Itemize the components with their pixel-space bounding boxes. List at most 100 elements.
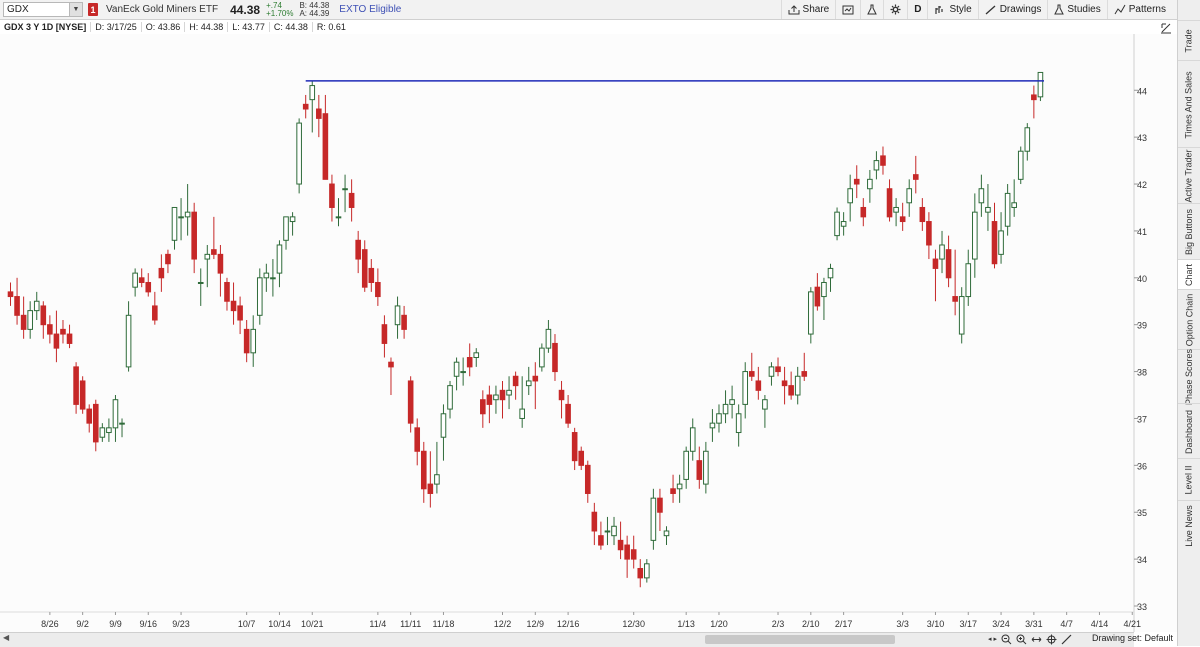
crosshair-icon[interactable] [1046, 634, 1057, 645]
pencil-icon [985, 5, 996, 14]
candle [539, 343, 545, 372]
candle-body [204, 253, 211, 260]
candle-body [650, 497, 657, 541]
candle-body [40, 305, 47, 326]
candle-body [768, 366, 775, 377]
zoom-out-icon[interactable] [1001, 634, 1012, 645]
candle-body [539, 347, 545, 368]
y-tick-label: 40 [1137, 274, 1147, 284]
price-chart[interactable]: 33 34 35 36 37 38 39 40 41 42 43 44 8/26 9/2 9/9 9/16 9/… [0, 34, 1178, 632]
scrollbar-thumb[interactable] [705, 635, 895, 644]
zoom-in-icon[interactable] [1016, 634, 1027, 645]
candle-body [689, 427, 696, 452]
candle-body [571, 432, 578, 462]
candle-body [27, 310, 33, 330]
tab-phase-scores[interactable]: Phase Scores [1178, 349, 1200, 405]
candle-body [20, 314, 27, 330]
share-icon [788, 4, 800, 14]
time-scrollbar[interactable]: ◀ [0, 632, 1134, 647]
pan-horizontal-icon[interactable] [1031, 634, 1042, 645]
style-button[interactable]: Style [927, 0, 977, 19]
candle-body [506, 389, 512, 396]
candle-body [112, 399, 119, 429]
studies-button[interactable]: Studies [1047, 0, 1106, 19]
candle-body [899, 216, 906, 223]
candle-body [794, 375, 801, 396]
flask-icon [1054, 4, 1065, 15]
candle-body [735, 413, 742, 434]
candle-body [1004, 192, 1011, 227]
candle-body [598, 535, 604, 546]
chart-background [0, 34, 1178, 632]
candle-body [972, 211, 978, 260]
x-tick-label: 4/14 [1091, 619, 1109, 629]
flask-icon [867, 4, 878, 15]
candle-body [670, 488, 676, 494]
settings-button[interactable] [883, 0, 907, 19]
x-tick-label: 12/16 [557, 619, 580, 629]
candle-body [729, 399, 735, 405]
tab-big-buttons[interactable]: Big Buttons [1178, 203, 1200, 260]
flag-badge[interactable]: 1 [88, 3, 98, 16]
candle-body [1017, 150, 1024, 180]
symbol-selector[interactable]: GDX ▼ [3, 2, 83, 17]
chart-symbol-info[interactable]: GDX 3 Y 1D [NYSE] [0, 22, 90, 32]
tab-level-ii[interactable]: Level II [1178, 458, 1200, 501]
candle-body [138, 277, 145, 283]
period-label: D [914, 4, 922, 15]
share-label: Share [802, 4, 830, 15]
candle-body [552, 342, 558, 373]
candle-body [401, 314, 407, 330]
candle-body [801, 371, 808, 377]
candle-body [152, 305, 158, 321]
symbol-description: VanEck Gold Miners ETF [106, 4, 219, 15]
candle-body [453, 361, 460, 377]
chart-settings-button[interactable] [835, 0, 860, 19]
tab-active-trader[interactable]: Active Trader [1178, 147, 1200, 204]
lab-button[interactable] [860, 0, 883, 19]
aggregation-period-button[interactable]: D [907, 0, 927, 19]
scroll-left-arrow-icon[interactable]: ◀ [3, 633, 9, 642]
candle-body [840, 221, 847, 227]
x-tick-label: 10/21 [301, 619, 324, 629]
candle-body [1011, 202, 1017, 208]
candle-body [722, 403, 729, 415]
scroll-arrows-icon[interactable]: ◂ ▸ [988, 635, 997, 643]
candle-body [762, 399, 768, 410]
tab-times-and-sales[interactable]: Times And Sales [1178, 60, 1200, 148]
tab-label: Active Trader [1184, 149, 1194, 203]
candle-body [591, 511, 598, 532]
candle-body [230, 300, 237, 312]
change-percent: +1.70% [266, 8, 294, 18]
x-tick-label: 12/2 [494, 619, 512, 629]
draw-line-icon[interactable] [1061, 634, 1072, 645]
tab-option-chain[interactable]: Option Chain [1178, 289, 1200, 350]
candle-body [683, 450, 689, 480]
candle-body [158, 267, 165, 279]
style-label: Style [949, 4, 972, 15]
candle-body [53, 333, 60, 349]
candle-body [998, 230, 1004, 255]
drawings-button[interactable]: Drawings [977, 0, 1048, 19]
tab-chart[interactable]: Chart [1178, 259, 1200, 290]
exto-eligible-badge[interactable]: EXTO Eligible [339, 4, 401, 15]
tab-dashboard[interactable]: Dashboard [1178, 403, 1200, 459]
chevron-down-icon[interactable]: ▼ [69, 3, 82, 16]
drawing-set-label[interactable]: Drawing set: Default [1092, 633, 1173, 643]
price-axis-zoom-icon[interactable] [1160, 22, 1172, 34]
patterns-button[interactable]: Patterns [1106, 0, 1172, 19]
share-button[interactable]: Share [780, 0, 836, 19]
y-tick-label: 35 [1137, 508, 1147, 518]
candle-body [886, 188, 893, 218]
candle-body [466, 357, 473, 368]
x-tick-label: 9/9 [109, 619, 122, 629]
candle-body [611, 525, 617, 537]
candle-body [316, 108, 322, 119]
candle-body [644, 563, 650, 579]
tab-trade[interactable]: Trade [1178, 20, 1200, 61]
x-tick-label: 3/10 [927, 619, 945, 629]
x-tick-label: 3/24 [992, 619, 1010, 629]
candle-body [532, 375, 539, 382]
tab-live-news[interactable]: Live News [1178, 500, 1200, 551]
x-tick-label: 11/4 [369, 619, 386, 629]
